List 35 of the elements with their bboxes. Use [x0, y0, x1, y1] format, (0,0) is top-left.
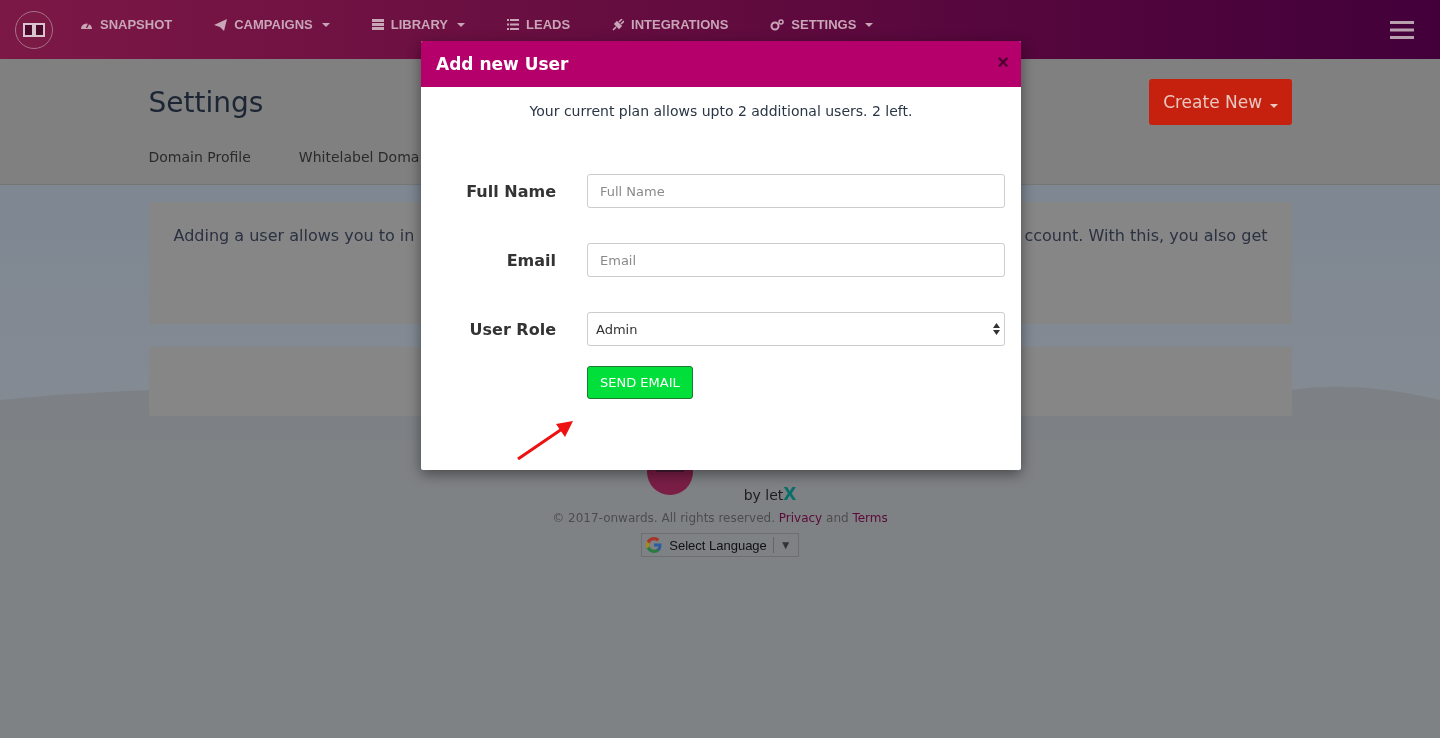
gears-icon — [770, 18, 785, 31]
settings-tab[interactable]: Whitelabel Doma — [298, 149, 420, 165]
stack-icon — [371, 19, 384, 30]
nav-link[interactable]: INTEGRATIONS — [612, 17, 729, 32]
language-select[interactable]: Select Language ▼ — [641, 533, 799, 557]
nav-link[interactable]: LEADS — [507, 17, 571, 32]
terms-link[interactable]: Terms — [852, 511, 888, 525]
copyright-text: © 2017-onwards. All rights reserved. Privacy and Terms — [552, 511, 888, 525]
field-label: Full Name — [465, 181, 556, 201]
menu-icon[interactable] — [1390, 19, 1414, 40]
settings-tab[interactable]: Domain Profile — [148, 149, 251, 165]
nav-link[interactable]: SNAPSHOT — [80, 17, 173, 32]
field-label: Email — [505, 250, 556, 270]
info-text: Adding a user allows you to in — [173, 226, 415, 247]
list-icon — [507, 19, 519, 30]
create-new-button[interactable]: Create New — [1149, 79, 1292, 125]
updown-arrows-icon — [993, 323, 1000, 335]
google-g-icon — [645, 536, 664, 554]
text-field[interactable]: Full Name — [587, 174, 1005, 208]
privacy-link[interactable]: Privacy — [778, 511, 823, 525]
annotation-arrow — [516, 419, 576, 461]
nav-link[interactable]: CAMPAIGNS — [214, 17, 330, 32]
nav-link[interactable]: LIBRARY — [371, 17, 465, 32]
page-title: Settings — [148, 85, 264, 119]
nav-link[interactable]: SETTINGS — [770, 17, 874, 32]
role-select[interactable]: Admin — [587, 312, 1005, 346]
paper-plane-icon — [214, 18, 228, 31]
text-field[interactable]: Email — [587, 243, 1005, 277]
info-text: ccount. With this, you also get — [1024, 226, 1268, 247]
field-label: User Role — [468, 319, 556, 339]
brand-byline: by letX — [743, 484, 797, 504]
plan-note: Your current plan allows upto 2 additional users. 2 left. — [528, 103, 914, 119]
plug-icon — [612, 18, 625, 31]
logo-icon[interactable] — [14, 9, 54, 50]
dialog-title: Add new User — [436, 54, 569, 74]
